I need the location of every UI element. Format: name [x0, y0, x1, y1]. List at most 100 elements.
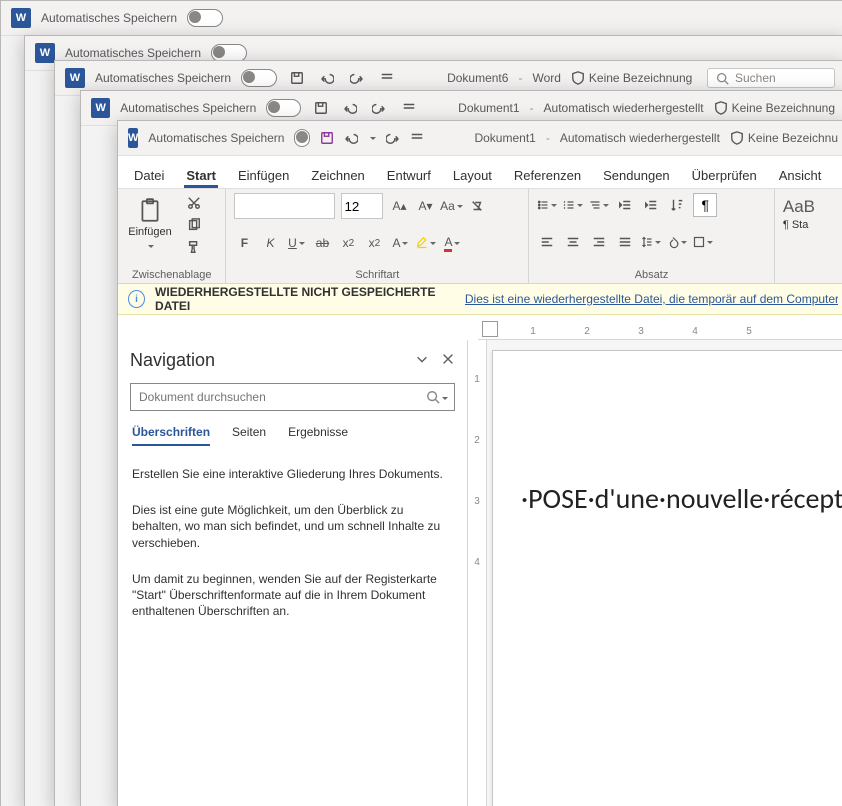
qat-save-icon[interactable]: [287, 68, 307, 88]
align-left-icon[interactable]: [537, 232, 557, 252]
subscript-icon[interactable]: x2: [338, 233, 358, 253]
vertical-ruler[interactable]: 1 2 3 4: [468, 340, 487, 806]
nav-hint-2: Dies ist eine gute Möglichkeit, um den Ü…: [132, 502, 453, 551]
group-paragraph: ¶ Absatz: [529, 189, 775, 283]
tab-zeichnen[interactable]: Zeichnen: [309, 162, 366, 188]
recovered-label: Automatisch wiederhergestellt: [560, 131, 720, 145]
autosave-toggle[interactable]: [266, 99, 301, 117]
underline-icon[interactable]: U: [286, 233, 306, 253]
font-name-combo[interactable]: [234, 193, 335, 219]
nav-search-input[interactable]: [137, 389, 426, 405]
change-case-icon[interactable]: Aa: [441, 196, 461, 216]
font-color-icon[interactable]: A: [442, 233, 462, 253]
close-icon[interactable]: [441, 352, 455, 369]
strike-icon[interactable]: ab: [312, 233, 332, 253]
bullets-icon[interactable]: [537, 195, 557, 215]
format-painter-icon[interactable]: [184, 237, 204, 257]
qat-undo-icon[interactable]: [344, 128, 358, 148]
autosave-label: Automatisches Speichern: [95, 71, 231, 85]
cut-icon[interactable]: [184, 193, 204, 213]
search-icon: [426, 390, 440, 404]
nav-hint-1: Erstellen Sie eine interaktive Gliederun…: [132, 466, 453, 482]
doc-title: Dokument6: [447, 71, 508, 85]
tab-start[interactable]: Start: [184, 162, 218, 188]
nav-tab-headings[interactable]: Überschriften: [132, 425, 210, 446]
qat-undo-icon[interactable]: [317, 68, 337, 88]
multilevel-icon[interactable]: [589, 195, 609, 215]
highlight-icon[interactable]: [416, 233, 436, 253]
align-center-icon[interactable]: [563, 232, 583, 252]
chevron-down-icon[interactable]: [415, 352, 429, 369]
superscript-icon[interactable]: x2: [364, 233, 384, 253]
autosave-toggle[interactable]: [294, 129, 310, 147]
group-label-font: Schriftart: [234, 267, 520, 281]
group-clipboard: Einfügen Zwischenablage: [118, 189, 226, 283]
recovery-title: WIEDERHERGESTELLTE NICHT GESPEICHERTE DA…: [155, 285, 455, 313]
qat-more-icon[interactable]: [377, 68, 397, 88]
titlebar: W Automatisches Speichern Dokument1 - Au…: [118, 121, 842, 156]
tab-einfuegen[interactable]: Einfügen: [236, 162, 291, 188]
word-app-icon: W: [11, 8, 31, 28]
sensitivity-label[interactable]: Keine Bezeichnu: [730, 131, 838, 145]
font-size-combo[interactable]: [341, 193, 383, 219]
qat-more-icon[interactable]: [410, 128, 424, 148]
qat-undo-icon[interactable]: [340, 98, 359, 118]
align-right-icon[interactable]: [589, 232, 609, 252]
nav-tab-pages[interactable]: Seiten: [232, 425, 266, 446]
sort-icon[interactable]: [667, 195, 687, 215]
tab-layout[interactable]: Layout: [451, 162, 494, 188]
document-text[interactable]: ·POSE·d'une·nouvelle·récepteur·: [521, 481, 842, 516]
line-spacing-icon[interactable]: [641, 232, 661, 252]
qat-more-icon[interactable]: [399, 98, 418, 118]
tab-referenzen[interactable]: Referenzen: [512, 162, 583, 188]
nav-search[interactable]: [130, 383, 455, 411]
page-canvas[interactable]: ·POSE·d'une·nouvelle·récepteur·: [492, 350, 842, 806]
paste-button[interactable]: Einfügen: [126, 198, 174, 252]
autosave-label: Automatisches Speichern: [41, 11, 177, 25]
clear-format-icon[interactable]: [467, 196, 487, 216]
qat-save-icon[interactable]: [311, 98, 330, 118]
horizontal-ruler[interactable]: 1 2 3 4 5: [478, 315, 842, 340]
autosave-toggle[interactable]: [187, 9, 223, 27]
outdent-icon[interactable]: [615, 195, 635, 215]
title-search[interactable]: Suchen: [707, 68, 835, 88]
style-preview[interactable]: AaB: [783, 197, 815, 217]
tab-ueberpruefen[interactable]: Überprüfen: [690, 162, 759, 188]
autosave-toggle[interactable]: [241, 69, 277, 87]
qat-redo-icon[interactable]: [370, 98, 389, 118]
shrink-font-icon[interactable]: A▾: [415, 196, 435, 216]
autosave-label: Automatisches Speichern: [148, 131, 284, 145]
text-effects-icon[interactable]: A: [390, 233, 410, 253]
tab-sendungen[interactable]: Sendungen: [601, 162, 672, 188]
indent-icon[interactable]: [641, 195, 661, 215]
sensitivity-label[interactable]: Keine Bezeichnung: [714, 101, 835, 115]
word-app-icon: W: [91, 98, 110, 118]
tab-entwurf[interactable]: Entwurf: [385, 162, 433, 188]
justify-icon[interactable]: [615, 232, 635, 252]
tab-ansicht[interactable]: Ansicht: [777, 162, 824, 188]
recovery-message[interactable]: Dies ist eine wiederhergestellte Datei, …: [465, 292, 838, 306]
qat-redo-icon[interactable]: [386, 128, 400, 148]
sensitivity-label[interactable]: Keine Bezeichnung: [571, 71, 692, 85]
tab-selector-icon[interactable]: [482, 321, 498, 337]
italic-icon[interactable]: K: [260, 233, 280, 253]
shading-icon[interactable]: [667, 232, 687, 252]
search-options-icon[interactable]: [440, 390, 448, 404]
copy-icon[interactable]: [184, 215, 204, 235]
show-marks-icon[interactable]: ¶: [693, 193, 717, 217]
borders-icon[interactable]: [693, 232, 713, 252]
group-styles: AaB ¶ Sta: [775, 189, 842, 283]
numbering-icon[interactable]: [563, 195, 583, 215]
group-label-clipboard: Zwischenablage: [126, 267, 217, 281]
qat-save-icon[interactable]: [320, 128, 334, 148]
qat-redo-icon[interactable]: [347, 68, 367, 88]
word-app-icon: W: [128, 128, 138, 148]
grow-font-icon[interactable]: A▴: [389, 196, 409, 216]
qat-undo-more[interactable]: [368, 128, 376, 148]
title-separator: -: [518, 71, 522, 85]
ribbon-tabs: Datei Start Einfügen Zeichnen Entwurf La…: [118, 156, 842, 189]
nav-tab-results[interactable]: Ergebnisse: [288, 425, 348, 446]
bold-icon[interactable]: F: [234, 233, 254, 253]
nav-tabs: Überschriften Seiten Ergebnisse: [132, 425, 453, 446]
tab-datei[interactable]: Datei: [132, 162, 166, 188]
